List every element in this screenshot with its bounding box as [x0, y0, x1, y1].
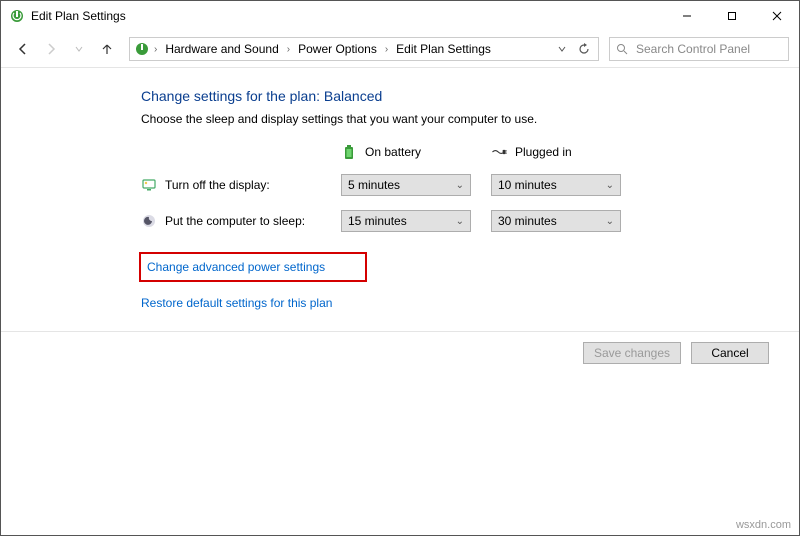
recent-dropdown-icon[interactable]: [67, 37, 91, 61]
plug-icon: [491, 144, 507, 160]
chevron-right-icon[interactable]: ›: [152, 44, 159, 55]
display-icon: [141, 177, 157, 193]
address-bar[interactable]: › Hardware and Sound › Power Options › E…: [129, 37, 599, 61]
footer: Save changes Cancel: [1, 331, 799, 374]
link-restore-defaults[interactable]: Restore default settings for this plan: [141, 296, 332, 310]
battery-icon: [341, 144, 357, 160]
search-box[interactable]: [609, 37, 789, 61]
navbar: › Hardware and Sound › Power Options › E…: [1, 31, 799, 67]
close-button[interactable]: [754, 1, 799, 31]
chevron-right-icon[interactable]: ›: [383, 44, 390, 55]
row-label: Turn off the display:: [165, 178, 270, 192]
chevron-down-icon: ⌄: [606, 216, 614, 227]
search-input[interactable]: [634, 41, 782, 57]
refresh-button[interactable]: [574, 39, 594, 59]
column-plugged-in: Plugged in: [491, 144, 621, 160]
back-button[interactable]: [11, 37, 35, 61]
window-controls: [664, 1, 799, 31]
breadcrumb-item[interactable]: Edit Plan Settings: [392, 42, 495, 56]
link-advanced-settings[interactable]: Change advanced power settings: [141, 254, 365, 280]
row-turn-off-display: Turn off the display:: [141, 177, 321, 193]
sleep-icon: [141, 213, 157, 229]
sleep-plugged-select[interactable]: 30 minutes ⌄: [491, 210, 621, 232]
window: Edit Plan Settings: [0, 0, 800, 536]
chevron-down-icon: ⌄: [606, 180, 614, 191]
sleep-battery-select[interactable]: 15 minutes ⌄: [341, 210, 471, 232]
maximize-button[interactable]: [709, 1, 754, 31]
select-value: 30 minutes: [498, 214, 606, 228]
column-label: On battery: [365, 145, 421, 159]
watermark: wsxdn.com: [736, 519, 791, 531]
chevron-down-icon: ⌄: [456, 180, 464, 191]
row-label: Put the computer to sleep:: [165, 214, 305, 228]
power-options-icon: [9, 8, 25, 24]
cancel-button[interactable]: Cancel: [691, 342, 769, 364]
save-button[interactable]: Save changes: [583, 342, 681, 364]
search-icon: [616, 43, 628, 55]
window-title: Edit Plan Settings: [31, 9, 126, 23]
chevron-right-icon[interactable]: ›: [285, 44, 292, 55]
display-plugged-select[interactable]: 10 minutes ⌄: [491, 174, 621, 196]
power-options-icon: [134, 41, 150, 57]
content: Change settings for the plan: Balanced C…: [1, 68, 799, 336]
chevron-down-icon: ⌄: [456, 216, 464, 227]
breadcrumb-item[interactable]: Power Options: [294, 42, 381, 56]
links: Change advanced power settings Restore d…: [141, 254, 783, 320]
address-dropdown-icon[interactable]: [552, 39, 572, 59]
forward-button[interactable]: [39, 37, 63, 61]
column-on-battery: On battery: [341, 144, 471, 160]
select-value: 5 minutes: [348, 178, 456, 192]
up-button[interactable]: [95, 37, 119, 61]
display-battery-select[interactable]: 5 minutes ⌄: [341, 174, 471, 196]
minimize-button[interactable]: [664, 1, 709, 31]
row-sleep: Put the computer to sleep:: [141, 213, 321, 229]
settings-grid: On battery Plugged in: [141, 144, 783, 232]
breadcrumb-item[interactable]: Hardware and Sound: [161, 42, 282, 56]
column-label: Plugged in: [515, 145, 572, 159]
select-value: 10 minutes: [498, 178, 606, 192]
page-heading: Change settings for the plan: Balanced: [141, 88, 783, 104]
page-subtext: Choose the sleep and display settings th…: [141, 112, 783, 126]
select-value: 15 minutes: [348, 214, 456, 228]
titlebar: Edit Plan Settings: [1, 1, 799, 31]
